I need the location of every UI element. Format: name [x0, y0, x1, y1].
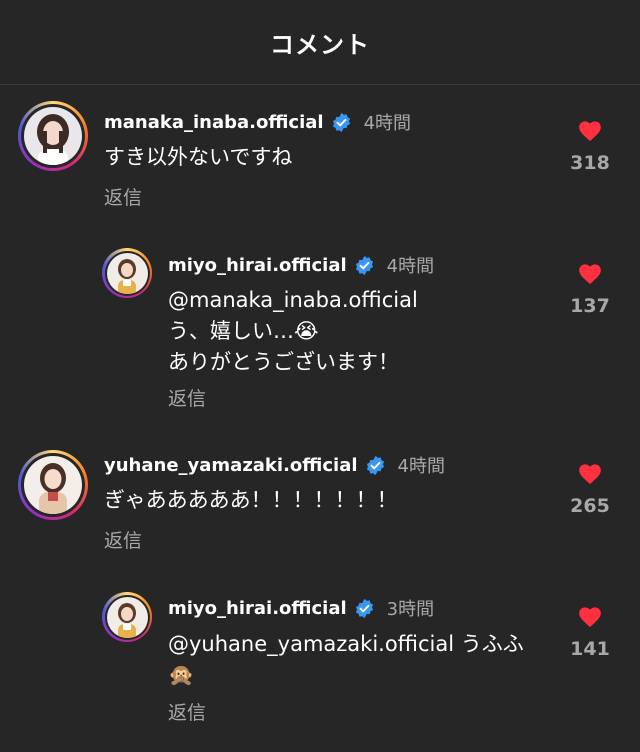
comment-line: すき以外ないですね: [104, 145, 293, 169]
avatar[interactable]: [18, 101, 88, 171]
avatar[interactable]: [102, 248, 152, 298]
header: コメント: [0, 0, 640, 85]
username[interactable]: miyo_hirai.official: [168, 598, 347, 619]
comment-text: @manaka_inaba.official う、嬉しい…😭 ありがとうございま…: [168, 285, 418, 378]
username[interactable]: manaka_inaba.official: [104, 112, 324, 133]
like-count: 137: [570, 295, 610, 317]
page-title: コメント: [270, 30, 370, 59]
timestamp: 4時間: [363, 113, 412, 134]
timestamp: 4時間: [386, 256, 435, 277]
verified-badge-icon: [332, 112, 350, 132]
mention-link[interactable]: @manaka_inaba.official: [168, 285, 418, 316]
like-control[interactable]: 141: [560, 604, 620, 660]
like-count: 141: [570, 638, 610, 660]
heart-icon[interactable]: [560, 604, 620, 628]
heart-icon[interactable]: [560, 261, 620, 285]
reply-button[interactable]: 返信: [104, 526, 142, 553]
verified-badge-icon: [366, 455, 384, 475]
like-control[interactable]: 137: [560, 261, 620, 317]
username[interactable]: yuhane_yamazaki.official: [104, 455, 358, 476]
comment-text: すき以外ないですね: [104, 142, 292, 173]
avatar[interactable]: [18, 450, 88, 520]
comment-line: ありがとうございます！: [168, 350, 399, 374]
avatar[interactable]: [102, 592, 152, 642]
heart-icon[interactable]: [560, 461, 620, 485]
see-no-evil-monkey-icon: 🙊: [168, 663, 195, 687]
reply-button[interactable]: 返信: [168, 384, 206, 411]
like-control[interactable]: 265: [560, 461, 620, 517]
comment-text: @yuhane_yamazaki.official うふふ 🙊: [168, 629, 524, 691]
heart-icon[interactable]: [560, 118, 620, 142]
comment-line: ぎゃあああああ！！！！！！！: [104, 488, 398, 512]
timestamp: 4時間: [397, 456, 445, 477]
verified-badge-icon: [355, 598, 373, 618]
like-count: 318: [570, 152, 610, 174]
username[interactable]: miyo_hirai.official: [168, 255, 347, 276]
like-control[interactable]: 318: [560, 118, 620, 174]
reply-button[interactable]: 返信: [104, 183, 142, 210]
comment-text: ぎゃあああああ！！！！！！！: [104, 485, 398, 516]
like-count: 265: [570, 495, 610, 517]
timestamp: 3時間: [386, 599, 435, 620]
comment-line: う、嬉しい…😭: [168, 319, 319, 343]
comment-line: @yuhane_yamazaki.official うふふ: [168, 632, 524, 656]
reply-button[interactable]: 返信: [168, 698, 206, 725]
verified-badge-icon: [355, 255, 373, 275]
